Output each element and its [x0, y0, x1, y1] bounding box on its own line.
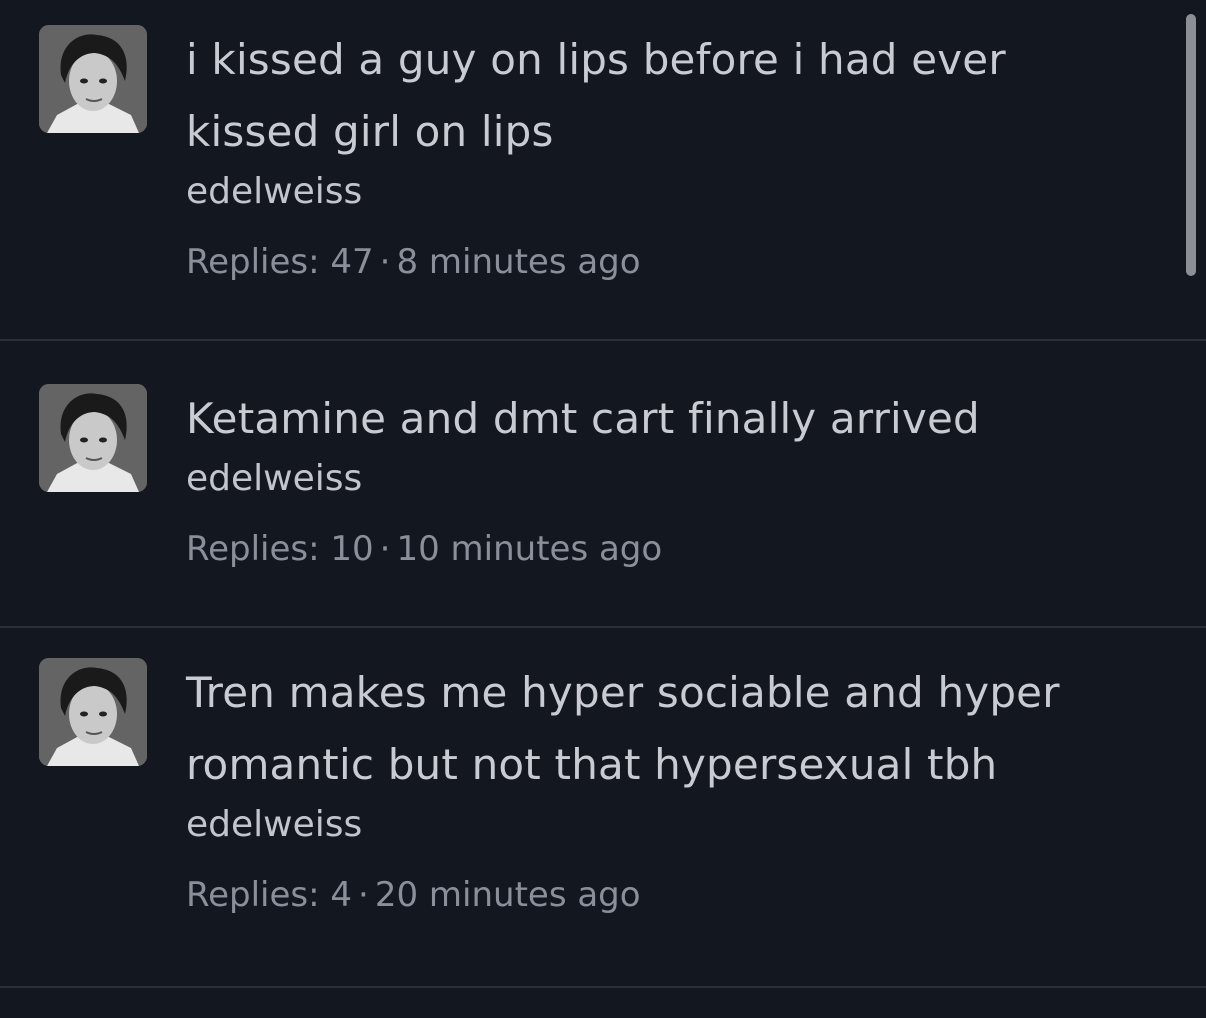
avatar-photo: [39, 25, 147, 133]
post-body: i kissed a guy on lips before i had ever…: [186, 24, 1146, 284]
avatar-photo: [39, 658, 147, 766]
post-item[interactable]: Ketamine and dmt cart finally arrived ed…: [0, 341, 1206, 628]
post-meta: Replies: 4 · 20 minutes ago: [186, 873, 1146, 917]
meta-separator: ·: [379, 242, 391, 282]
post-feed: i kissed a guy on lips before i had ever…: [0, 0, 1206, 988]
post-author[interactable]: edelweiss: [186, 803, 1146, 847]
post-text[interactable]: Ketamine and dmt cart finally arrived: [186, 383, 1146, 455]
post-timestamp: 8 minutes ago: [396, 242, 641, 282]
avatar[interactable]: [39, 658, 147, 766]
reply-count: Replies: 4: [186, 875, 353, 915]
scrollbar-thumb[interactable]: [1186, 14, 1196, 276]
post-meta: Replies: 47 · 8 minutes ago: [186, 240, 1146, 284]
avatar-photo: [39, 384, 147, 492]
avatar[interactable]: [39, 25, 147, 133]
post-text[interactable]: Tren makes me hyper sociable and hyper r…: [186, 657, 1146, 801]
reply-count: Replies: 47: [186, 242, 374, 282]
post-author[interactable]: edelweiss: [186, 170, 1146, 214]
post-body: Tren makes me hyper sociable and hyper r…: [186, 657, 1146, 917]
post-body: Ketamine and dmt cart finally arrived ed…: [186, 383, 1146, 571]
post-author[interactable]: edelweiss: [186, 457, 1146, 501]
avatar[interactable]: [39, 384, 147, 492]
post-item[interactable]: i kissed a guy on lips before i had ever…: [0, 0, 1206, 341]
meta-separator: ·: [358, 875, 369, 915]
post-meta: Replies: 10 · 10 minutes ago: [186, 527, 1146, 571]
meta-separator: ·: [379, 529, 391, 569]
post-text[interactable]: i kissed a guy on lips before i had ever…: [186, 24, 1146, 168]
post-timestamp: 20 minutes ago: [374, 875, 641, 915]
reply-count: Replies: 10: [186, 529, 374, 569]
post-item[interactable]: Tren makes me hyper sociable and hyper r…: [0, 628, 1206, 988]
post-timestamp: 10 minutes ago: [396, 529, 663, 569]
